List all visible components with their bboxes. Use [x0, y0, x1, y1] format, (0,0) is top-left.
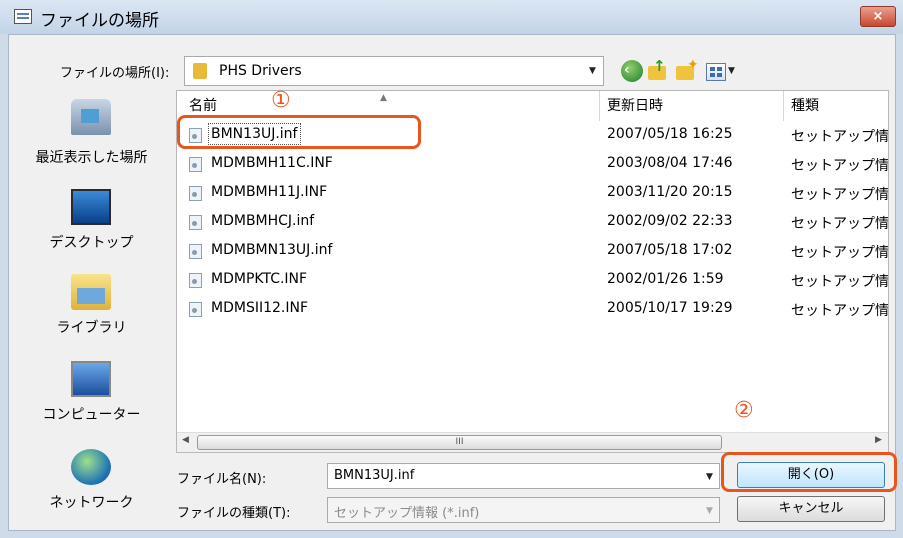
file-name: MDMBMHCJ.inf — [211, 213, 315, 229]
column-header-date[interactable]: 更新日時 — [607, 91, 663, 121]
dialog-body: ファイルの場所(I): PHS Drivers ▼ ‹ ↑ ✦ ▼ 最近表示した… — [8, 34, 897, 531]
desktop-icon — [71, 189, 111, 225]
file-type: セットアップ情 — [791, 303, 889, 319]
close-button[interactable]: × — [860, 6, 896, 27]
folder-icon — [193, 63, 207, 79]
file-date: 2003/11/20 20:15 — [607, 184, 733, 200]
filetype-label: ファイルの種類(T): — [177, 506, 291, 521]
file-date: 2005/10/17 19:29 — [607, 300, 733, 316]
setup-file-icon — [189, 186, 202, 201]
filetype-select[interactable]: セットアップ情報 (*.inf) ▼ — [327, 497, 720, 523]
chevron-down-icon[interactable]: ▼ — [589, 66, 596, 76]
file-type: セットアップ情 — [791, 274, 889, 290]
places-bar: 最近表示した場所 デスクトップ ライブラリ コンピューター ネットワーク — [9, 89, 174, 529]
scroll-right-icon[interactable]: ▶ — [875, 435, 882, 445]
filename-field[interactable]: ▼ — [327, 463, 720, 489]
location-combobox[interactable]: PHS Drivers ▼ — [184, 56, 604, 86]
annotation-number-1: ① — [271, 88, 291, 113]
file-date: 2002/01/26 1:59 — [607, 271, 724, 287]
file-name: MDMBMH11C.INF — [211, 155, 333, 171]
filename-input[interactable] — [334, 468, 694, 483]
file-type: セットアップ情 — [791, 216, 889, 232]
window-title: ファイルの場所 — [40, 11, 159, 31]
file-type: セットアップ情 — [791, 158, 889, 174]
place-label: コンピューター — [42, 407, 141, 423]
annotation-highlight-open — [721, 452, 897, 492]
place-label: 最近表示した場所 — [35, 150, 148, 166]
file-date: 2002/09/02 22:33 — [607, 213, 733, 229]
window-icon — [14, 9, 32, 24]
scroll-thumb[interactable]: III — [197, 435, 722, 450]
filetype-value: セットアップ情報 (*.inf) — [334, 506, 480, 521]
place-label: デスクトップ — [49, 235, 134, 251]
setup-file-icon — [189, 157, 202, 172]
setup-file-icon — [189, 302, 202, 317]
computer-icon — [71, 361, 111, 397]
file-row[interactable]: MDMBMH11C.INF 2003/08/04 17:46 セットアップ情 — [177, 150, 888, 179]
file-row[interactable]: MDMBMH11J.INF 2003/11/20 20:15 セットアップ情 — [177, 179, 888, 208]
file-name: MDMPKTC.INF — [211, 271, 308, 287]
scroll-left-icon[interactable]: ◀ — [182, 435, 189, 445]
file-row[interactable]: MDMBMHCJ.inf 2002/09/02 22:33 セットアップ情 — [177, 208, 888, 237]
horizontal-scrollbar[interactable]: ◀ III ▶ — [177, 432, 888, 452]
file-name: MDMBMN13UJ.inf — [211, 242, 333, 258]
place-label: ライブラリ — [56, 320, 127, 336]
sort-ascending-icon: ▲ — [380, 93, 387, 103]
chevron-down-icon[interactable]: ▼ — [706, 472, 713, 482]
setup-file-icon — [189, 244, 202, 259]
file-row[interactable]: MDMSII12.INF 2005/10/17 19:29 セットアップ情 — [177, 295, 888, 324]
setup-file-icon — [189, 215, 202, 230]
file-row[interactable]: MDMBMN13UJ.inf 2007/05/18 17:02 セットアップ情 — [177, 237, 888, 266]
view-dropdown-icon[interactable]: ▼ — [728, 66, 735, 76]
location-label: ファイルの場所(I): — [60, 66, 170, 81]
file-date: 2007/05/18 17:02 — [607, 242, 733, 258]
back-arrow-icon[interactable]: ‹ — [621, 60, 643, 82]
file-row[interactable]: MDMPKTC.INF 2002/01/26 1:59 セットアップ情 — [177, 266, 888, 295]
view-menu-icon[interactable] — [706, 63, 726, 81]
file-date: 2007/05/18 16:25 — [607, 126, 733, 142]
library-icon — [71, 274, 111, 310]
column-header-type[interactable]: 種類 — [791, 91, 819, 121]
title-bar: ファイルの場所 × — [0, 0, 903, 34]
file-type: セットアップ情 — [791, 245, 889, 261]
cancel-button[interactable]: キャンセル — [737, 496, 885, 522]
file-name: MDMBMH11J.INF — [211, 184, 328, 200]
annotation-highlight-file — [177, 115, 421, 149]
recent-places-icon — [71, 99, 111, 135]
setup-file-icon — [189, 273, 202, 288]
filename-label: ファイル名(N): — [177, 472, 267, 487]
file-type: セットアップ情 — [791, 129, 889, 145]
location-value: PHS Drivers — [219, 63, 302, 79]
column-divider[interactable] — [599, 91, 600, 121]
place-label: ネットワーク — [49, 495, 134, 511]
file-name: MDMSII12.INF — [211, 300, 309, 316]
up-folder-icon[interactable]: ↑ — [647, 57, 669, 82]
new-folder-icon[interactable]: ✦ — [675, 57, 699, 82]
network-icon — [71, 449, 111, 485]
annotation-number-2: ② — [734, 398, 754, 423]
column-divider[interactable] — [783, 91, 784, 121]
file-date: 2003/08/04 17:46 — [607, 155, 733, 171]
file-type: セットアップ情 — [791, 187, 889, 203]
chevron-down-icon[interactable]: ▼ — [706, 506, 713, 516]
